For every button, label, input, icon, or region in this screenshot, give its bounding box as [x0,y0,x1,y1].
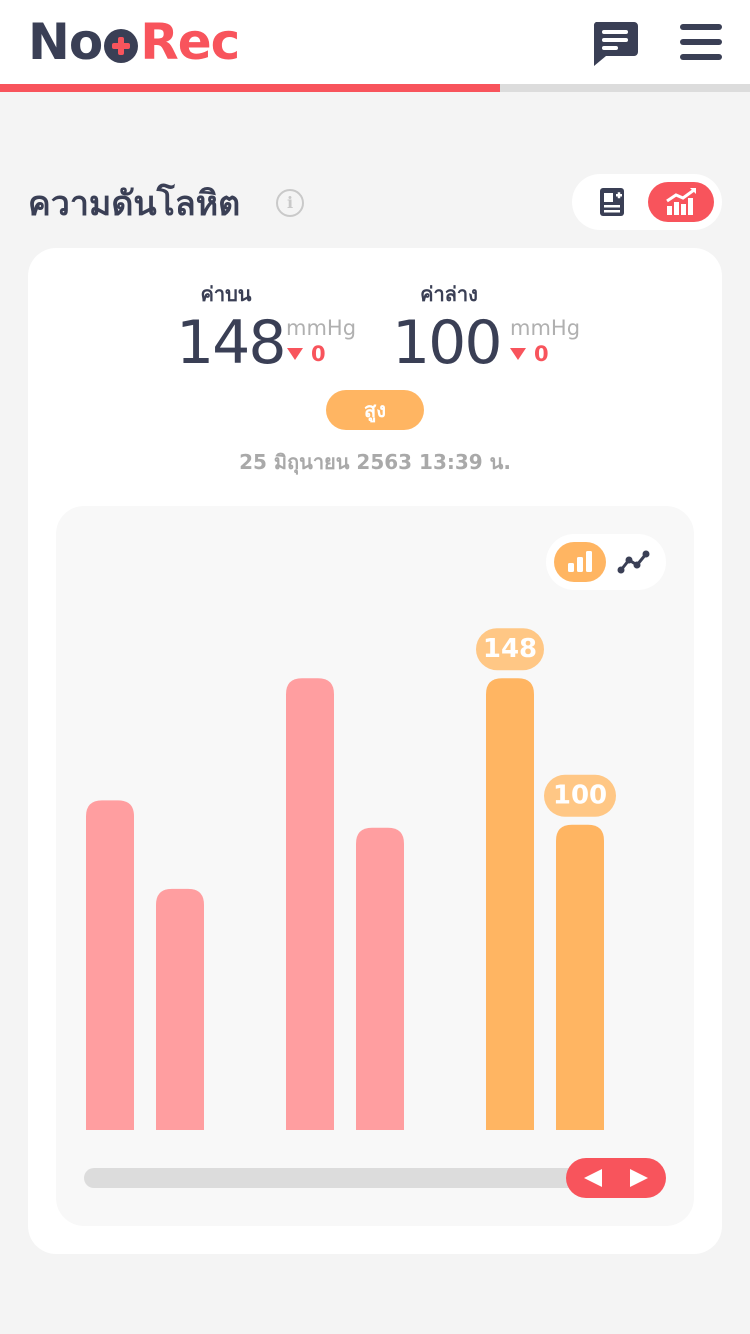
logo-text-rec: Rec [140,13,240,71]
down-arrow-icon [510,348,526,360]
lower-value: 100 [392,308,503,378]
lower-delta: 0 [510,342,549,366]
line-chart-button[interactable] [616,546,652,578]
chart-bar-upper-0[interactable] [86,800,134,1130]
chart-bar-upper-2[interactable] [486,678,534,1130]
blood-pressure-card: ค่าบน 148 mmHg 0 ค่าล่าง 100 mmHg 0 สูง … [28,248,722,1254]
add-record-icon [600,188,624,216]
down-arrow-icon [287,348,303,360]
chart-scroll-nav [566,1158,666,1198]
hamburger-menu-icon [680,24,722,30]
data-label-upper: 148 [483,634,537,664]
bar-chart-icon [568,551,592,572]
upper-unit: mmHg [286,316,357,340]
chart-scrollbar[interactable] [84,1168,604,1188]
info-icon[interactable]: i [276,189,304,217]
hamburger-line [680,39,722,45]
chart-view-button[interactable] [648,182,714,222]
chart-type-toggle [546,534,666,590]
chart-panel: 148 100 [56,506,694,1226]
upper-delta: 0 [287,342,326,366]
status-badge: สูง [326,390,424,430]
hamburger-line [680,54,722,60]
chart-bar-lower-1[interactable] [356,827,404,1130]
lower-delta-value: 0 [534,342,549,366]
chart-bar-lower-0[interactable] [156,888,204,1130]
lower-reading: ค่าล่าง 100 mmHg 0 [364,278,604,378]
reading-timestamp: 25 มิถุนายน 2563 13:39 น. [239,450,511,474]
bar-chart-button[interactable] [554,542,606,582]
list-view-button[interactable] [596,186,630,218]
upper-reading: ค่าบน 148 mmHg 0 [142,278,382,378]
page-progress [0,84,750,92]
chart-bar-lower-2[interactable] [556,824,604,1130]
arrow-left-icon[interactable] [582,1167,604,1189]
bar-chart: 148 100 [86,628,616,1130]
view-toggle [572,174,722,230]
upper-delta-value: 0 [311,342,326,366]
page-title: ความดันโลหิต [28,184,241,224]
logo-text-no: No [28,13,103,71]
upper-value: 148 [176,308,287,378]
logo-plus-icon [104,29,139,63]
line-chart-icon [617,550,650,574]
lower-unit: mmHg [510,316,581,340]
arrow-right-icon[interactable] [628,1167,650,1189]
page-progress-fill [0,84,501,92]
chart-trend-icon [666,188,696,215]
chat-button[interactable] [590,20,640,68]
menu-button[interactable] [678,22,724,62]
chat-icon [593,22,638,66]
chart-bar-upper-1[interactable] [286,678,334,1130]
data-label-lower: 100 [553,781,607,811]
app-logo[interactable]: No Rec [28,10,240,74]
app-header: No Rec [0,0,750,84]
